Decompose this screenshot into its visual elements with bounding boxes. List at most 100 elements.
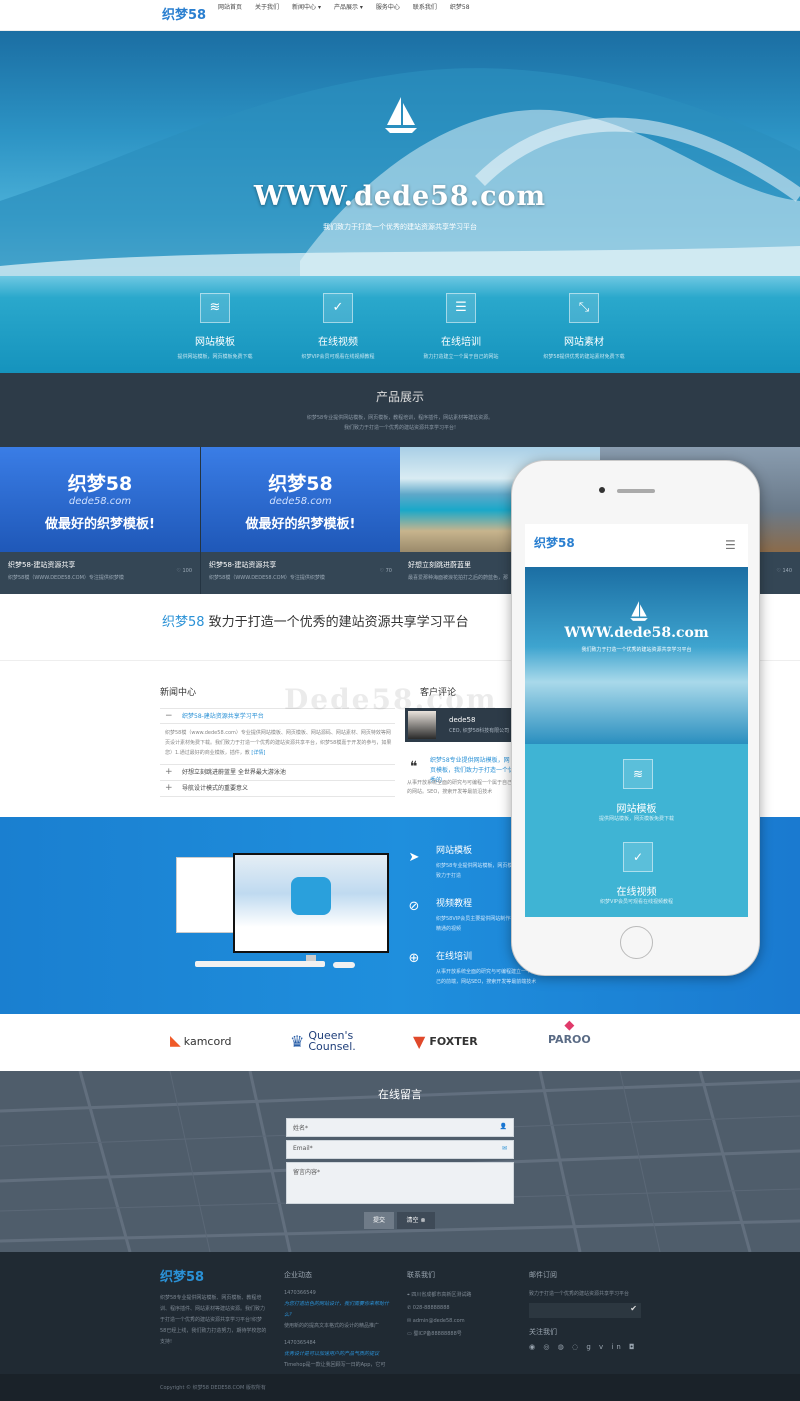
news-title: 导航设计模式的重要意义 <box>182 785 249 792</box>
products-title: 产品展示 <box>375 390 424 404</box>
news-title: 好想立刻跳进蔚蓝里 全世界最大游泳池 <box>182 769 286 776</box>
review-desc: 从事开放系统全面的研究与可编程一个属于自己的网站。SEO，搜索开发等最前沿技术 <box>407 780 513 795</box>
product-banner: 织梦58 dede58.com 做最好的织梦模板! <box>201 447 400 552</box>
nav-item-products[interactable]: 产品展示 ▾ <box>334 0 363 31</box>
partner-logo-paroo[interactable]: ◆ PAROO <box>548 1018 591 1052</box>
site-logo[interactable]: 织梦58 <box>162 4 206 23</box>
phone-logo: 织梦58 <box>534 536 575 550</box>
app-icon <box>291 877 331 915</box>
minus-icon: − <box>165 711 173 721</box>
quote-icon: ❝ <box>410 759 418 775</box>
news-accordion: − 织梦58-建站资源共享学习平台 织梦58模（www.dede58.com）专… <box>160 708 395 797</box>
check-icon: ✔ <box>630 1304 637 1313</box>
news-item[interactable]: + 导航设计模式的重要意义 <box>160 781 395 797</box>
partner-logo-queens-counsel[interactable]: ♛ Queen's Counsel. <box>290 1024 356 1058</box>
mouse <box>333 962 355 968</box>
keyboard <box>195 961 325 967</box>
footer-news-heading: 企业动态 <box>284 1271 312 1279</box>
news-item[interactable]: + 好想立刻跳进蔚蓝里 全世界最大游泳池 <box>160 765 395 781</box>
partner-logo-kamcord[interactable]: ◣ kamcord <box>170 1024 232 1058</box>
message-textarea[interactable]: 留言内容* <box>286 1162 514 1204</box>
like-count[interactable]: ♡ 100 <box>176 568 192 574</box>
speaker <box>617 489 655 493</box>
compress-icon: ⤡ <box>569 293 599 323</box>
copyright: Copyright © 织梦58 DEDE58.COM 版权所有 <box>0 1374 800 1401</box>
camera-dot <box>599 487 605 493</box>
feature-video[interactable]: ✓ 在线视频 织梦VIP会员可观看在线视频教程 <box>273 293 403 360</box>
phone-screen: 织梦58 ☰ WWW.dede58.com 我们致力于打造一个优秀的建站资源共享… <box>525 524 748 917</box>
product-banner: 织梦58 dede58.com 做最好的织梦模板! <box>0 447 200 552</box>
nav-item-contact[interactable]: 联系我们 <box>413 0 437 31</box>
footer-subscribe: 邮件订阅 致力于打造一个优秀的建站资源共享学习平台 ✔ 关注我们 ◉ ◎ ◍ ◌… <box>529 1270 641 1351</box>
phone-hero-subtitle: 我们致力于打造一个优秀的建站资源共享学习平台 <box>581 647 692 653</box>
check-icon: ✓ <box>623 842 653 872</box>
phone-feature-title: 网站模板 <box>616 804 657 815</box>
social-icons[interactable]: ◉ ◎ ◍ ◌ g v in ◘ <box>529 1343 641 1351</box>
feature-materials[interactable]: ⤡ 网站素材 织梦58提供优秀的建站素材免费下载 <box>519 293 649 360</box>
nav-item-about[interactable]: 关于我们 <box>255 0 279 31</box>
feature-templates[interactable]: ≋ 网站模板 提供网站模板，网页模板免费下载 <box>150 293 280 360</box>
footer-news-link[interactable]: 为您打造出色的网站设计，我们需要你来帮助什么? <box>284 1299 394 1321</box>
feature-desc: 织梦58提供优秀的建站素材免费下载 <box>543 354 625 360</box>
email-field[interactable]: Email* ✉ <box>286 1140 514 1159</box>
phone-header: 织梦58 ☰ <box>525 524 748 567</box>
product-card[interactable]: 织梦58 dede58.com 做最好的织梦模板! 织梦58-建站资源共享 织梦… <box>0 447 200 594</box>
submit-button[interactable]: 提交 <box>364 1212 394 1229</box>
compass-icon: ⊘ <box>408 899 420 914</box>
partner-logo-foxter[interactable]: ▼ FOXTER <box>413 1024 478 1058</box>
footer-logo[interactable]: 织梦58 <box>160 1266 268 1285</box>
nav-item-service[interactable]: 服务中心 <box>376 0 400 31</box>
product-desc: 织梦58模（WWW.DEDE58.COM）专注提供织梦模 <box>8 575 124 581</box>
clear-button[interactable]: 清空 ⊗ <box>397 1212 435 1229</box>
sailboat-icon <box>630 601 648 621</box>
footer-news-link[interactable]: 优秀设计是可以加速用户的产品气质的提议 <box>284 1349 394 1360</box>
product-desc: 织梦58模（WWW.DEDE58.COM）专注提供织梦模 <box>209 575 325 581</box>
news-body: 织梦58模（www.dede58.com）专业提供网站模板、网页模板、网站源码、… <box>160 724 395 765</box>
monitor-mockup <box>233 853 389 953</box>
nav-item-dede58[interactable]: 织梦58 <box>450 0 470 31</box>
layers-icon: ≋ <box>623 759 653 789</box>
user-icon: 👤 <box>499 1123 507 1130</box>
like-count[interactable]: ♡ 70 <box>380 568 392 574</box>
product-title: 织梦58-建站资源共享 <box>209 561 277 569</box>
footer-follow-heading: 关注我们 <box>529 1328 557 1336</box>
message-heading: 在线留言 <box>378 1088 422 1101</box>
watermark: Dede58.com <box>284 683 498 716</box>
name-field[interactable]: 姓名* 👤 <box>286 1118 514 1137</box>
news-more-link[interactable]: [详情] <box>251 750 265 756</box>
globe-icon: ⊕ <box>408 951 420 966</box>
feature-title: 在线培训 <box>441 337 481 348</box>
phone-hero-title: WWW.dede58.com <box>564 625 709 641</box>
products-section: 产品展示 织梦58专业提供网站模板，网页模板，教程培训，程序插件，网站素材等建站… <box>0 373 800 448</box>
review-role: CEO, 织梦58科技有限公司 <box>449 728 510 734</box>
feature-training[interactable]: ☰ 在线培训 致力打造建立一个属于自己的网站 <box>396 293 526 360</box>
phone-hero: WWW.dede58.com 我们致力于打造一个优秀的建站资源共享学习平台 <box>525 567 748 744</box>
plus-icon: + <box>165 783 173 793</box>
product-card[interactable]: 织梦58 dede58.com 做最好的织梦模板! 织梦58-建站资源共享 织梦… <box>200 447 400 594</box>
phone-feature-desc: 织梦VIP会员可观看在线视频教程 <box>600 899 673 905</box>
footer-contact: 联系我们 ⌖ 四川省成都市高新区测试路 ✆ 028-88888888 ✉ adm… <box>407 1270 517 1341</box>
feature-title: 网站素材 <box>564 337 604 348</box>
top-nav: 织梦58 网站首页 关于我们 新闻中心 ▾ 产品展示 ▾ 服务中心 联系我们 织… <box>0 0 800 31</box>
footer-news: 企业动态 1470366549 为您打造出色的网站设计，我们需要你来帮助什么? … <box>284 1270 394 1371</box>
nav-item-home[interactable]: 网站首页 <box>218 0 242 31</box>
paper-plane-icon: ➤ <box>408 850 420 865</box>
hamburger-menu-icon[interactable]: ☰ <box>725 538 736 552</box>
products-desc: 织梦58专业提供网站模板，网页模板，教程培训，程序插件，网站素材等建站资源。 我们… <box>306 415 494 431</box>
feature-desc: 致力打造建立一个属于自己的网站 <box>423 354 499 360</box>
home-button[interactable] <box>620 926 653 959</box>
like-count[interactable]: ♡ 140 <box>776 568 792 574</box>
mail-icon: ✉ <box>501 1145 507 1152</box>
product-title: 织梦58-建站资源共享 <box>8 561 76 569</box>
subscribe-input[interactable]: ✔ <box>529 1303 641 1318</box>
hero-banner: WWW.dede58.com 我们致力于打造一个优秀的建站资源共享学习平台 ≋ … <box>0 31 800 373</box>
news-heading: 新闻中心 <box>160 688 197 698</box>
phone-features: ≋ 网站模板 提供网站模板，网页模板免费下载 ✓ 在线视频 织梦VIP会员可观看… <box>525 744 748 917</box>
plus-icon: + <box>165 767 173 777</box>
hero-title: WWW.dede58.com <box>253 181 547 212</box>
phone-feature-title: 在线视频 <box>616 887 657 898</box>
footer-subscribe-heading: 邮件订阅 <box>529 1271 557 1279</box>
feature-desc: 提供网站模板，网页模板免费下载 <box>177 354 253 360</box>
sailboat-icon <box>385 97 417 133</box>
nav-item-news[interactable]: 新闻中心 ▾ <box>292 0 321 31</box>
